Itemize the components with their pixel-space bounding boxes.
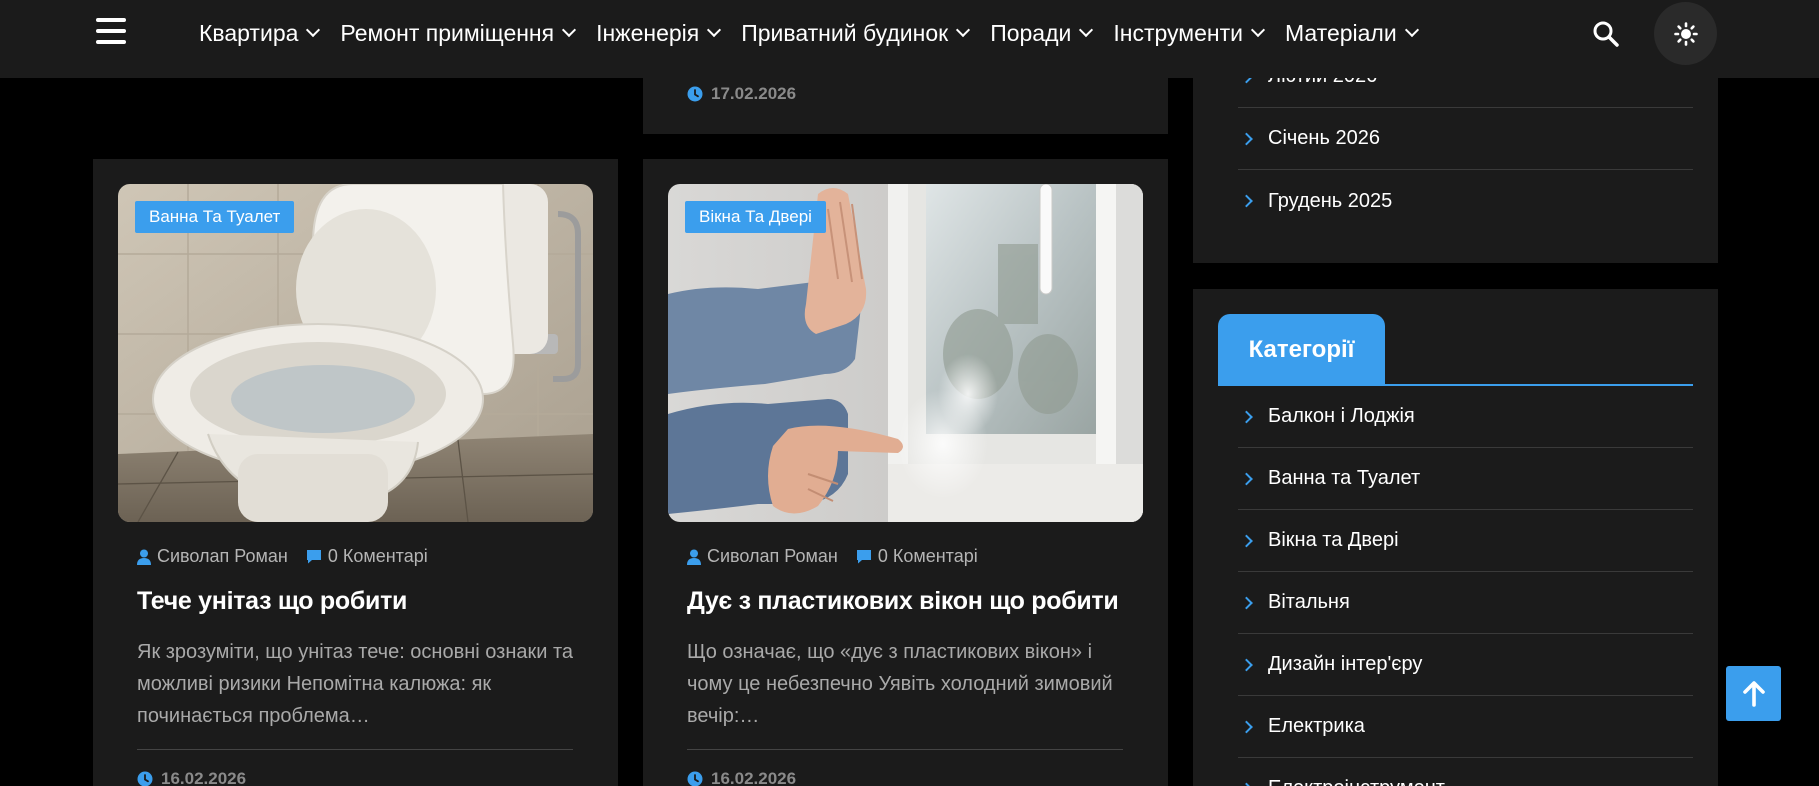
sun-icon bbox=[1673, 21, 1698, 46]
nav-item-private-house[interactable]: Приватний будинок bbox=[741, 20, 971, 47]
category-item[interactable]: Дизайн інтер'єру bbox=[1238, 634, 1693, 696]
post-meta: Сиволап Роман 0 Коментарі bbox=[687, 546, 996, 567]
chevron-right-icon bbox=[1240, 658, 1253, 671]
nav-item-renovation[interactable]: Ремонт приміщення bbox=[340, 20, 577, 47]
main-nav: Квартира Ремонт приміщення Інженерія При… bbox=[199, 0, 1439, 66]
post-excerpt: Як зрозуміти, що унітаз тече: основні оз… bbox=[137, 641, 574, 727]
category-badge[interactable]: Вікна Та Двері bbox=[685, 201, 826, 233]
chevron-right-icon bbox=[1240, 596, 1253, 609]
post-author[interactable]: Сиволап Роман bbox=[137, 546, 288, 567]
user-icon bbox=[137, 549, 151, 565]
post-date: 16.02.2026 bbox=[137, 769, 246, 786]
chevron-down-icon bbox=[1404, 22, 1419, 38]
post-date: 17.02.2026 bbox=[687, 84, 796, 104]
nav-item-tips[interactable]: Поради bbox=[990, 20, 1094, 47]
nav-item-materials[interactable]: Матеріали bbox=[1285, 20, 1419, 47]
clock-icon bbox=[687, 771, 703, 786]
comment-icon bbox=[306, 550, 321, 564]
nav-item-engineering[interactable]: Інженерія bbox=[596, 20, 722, 47]
category-item[interactable]: Вітальня bbox=[1238, 572, 1693, 634]
divider bbox=[137, 749, 573, 750]
category-badge[interactable]: Ванна Та Туалет bbox=[135, 201, 295, 233]
user-icon bbox=[687, 549, 701, 565]
categories-list: Балкон і Лоджія Ванна та Туалет Вікна та… bbox=[1238, 386, 1693, 786]
archive-widget: Лютий 2026 Січень 2026 Грудень 2025 bbox=[1193, 65, 1718, 263]
post-excerpt: Що означає, що «дує з пластикових вікон»… bbox=[687, 641, 1113, 727]
category-item[interactable]: Вікна та Двері bbox=[1238, 510, 1693, 572]
arrow-up-icon bbox=[1742, 680, 1765, 707]
post-title[interactable]: Тече унітаз що робити bbox=[137, 587, 577, 616]
top-navbar: Квартира Ремонт приміщення Інженерія При… bbox=[0, 0, 1819, 78]
post-comments[interactable]: 0 Коментарі bbox=[856, 546, 978, 567]
chevron-down-icon bbox=[562, 22, 577, 38]
post-author[interactable]: Сиволап Роман bbox=[687, 546, 838, 567]
clock-icon bbox=[137, 771, 153, 786]
chevron-down-icon bbox=[1079, 22, 1094, 38]
post-meta: Сиволап Роман 0 Коментарі bbox=[137, 546, 446, 567]
widget-title: Категорії bbox=[1218, 314, 1385, 385]
clock-icon bbox=[687, 86, 703, 102]
post-thumbnail[interactable]: Вікна Та Двері bbox=[668, 184, 1143, 522]
chevron-right-icon bbox=[1240, 534, 1253, 547]
scroll-to-top-button[interactable] bbox=[1726, 666, 1781, 721]
category-item[interactable]: Електроінструмент bbox=[1238, 758, 1693, 786]
archive-item[interactable]: Грудень 2025 bbox=[1238, 170, 1693, 232]
chevron-right-icon bbox=[1240, 720, 1253, 733]
comment-icon bbox=[856, 550, 871, 564]
chevron-right-icon bbox=[1240, 782, 1253, 786]
hamburger-icon[interactable] bbox=[96, 18, 126, 46]
post-card: Ванна Та Туалет Сиволап Роман 0 Коментар… bbox=[93, 159, 618, 786]
chevron-down-icon bbox=[707, 22, 722, 38]
post-thumbnail[interactable]: Ванна Та Туалет bbox=[118, 184, 593, 522]
chevron-down-icon bbox=[1250, 22, 1266, 38]
categories-widget: Категорії Балкон і Лоджія Ванна та Туале… bbox=[1193, 289, 1718, 786]
chevron-down-icon bbox=[306, 22, 321, 38]
post-date: 16.02.2026 bbox=[687, 769, 796, 786]
category-item[interactable]: Балкон і Лоджія bbox=[1238, 386, 1693, 448]
category-item[interactable]: Електрика bbox=[1238, 696, 1693, 758]
theme-toggle-button[interactable] bbox=[1654, 2, 1717, 65]
archive-item[interactable]: Січень 2026 bbox=[1238, 108, 1693, 170]
chevron-right-icon bbox=[1240, 410, 1253, 423]
chevron-right-icon bbox=[1240, 472, 1253, 485]
category-item[interactable]: Ванна та Туалет bbox=[1238, 448, 1693, 510]
search-icon[interactable] bbox=[1592, 20, 1620, 48]
divider bbox=[687, 749, 1123, 750]
post-title[interactable]: Дує з пластикових вікон що робити bbox=[687, 587, 1127, 616]
post-comments[interactable]: 0 Коментарі bbox=[306, 546, 428, 567]
chevron-right-icon bbox=[1240, 132, 1253, 145]
nav-item-tools[interactable]: Інструменти bbox=[1113, 20, 1266, 47]
chevron-right-icon bbox=[1240, 194, 1253, 208]
post-card: Вікна Та Двері Сиволап Роман 0 Коментарі… bbox=[643, 159, 1168, 786]
nav-item-apartment[interactable]: Квартира bbox=[199, 20, 321, 47]
chevron-down-icon bbox=[956, 22, 971, 38]
